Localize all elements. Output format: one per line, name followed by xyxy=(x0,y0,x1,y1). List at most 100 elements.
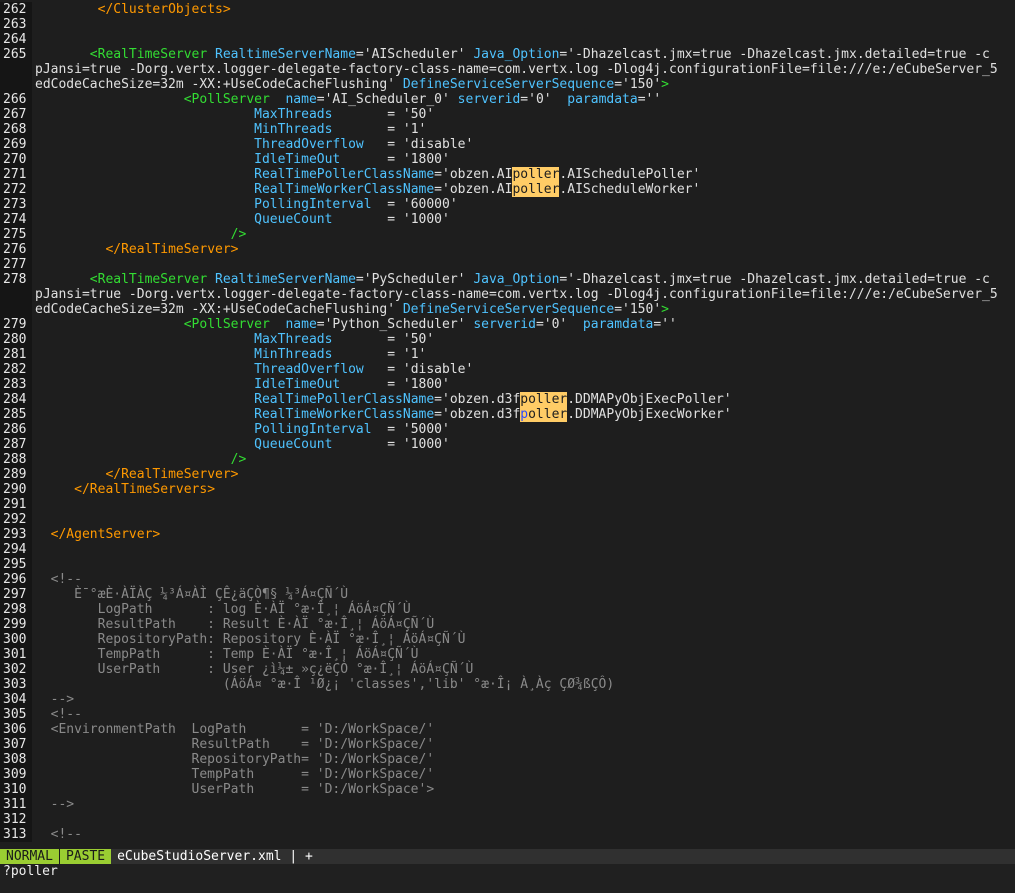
code-line[interactable]: 293 </AgentServer> xyxy=(0,527,1015,542)
code-token: UserPath : User ¿ì¼± »ç¿ëÇÒ °æ·Î¸¦ ÁöÁ¤Ç… xyxy=(35,662,474,677)
code-token: TempPath : Temp È·ÀÏ °æ·Î¸¦ ÁöÁ¤ÇÑ´Ù xyxy=(35,647,419,662)
code-line[interactable]: 267 MaxThreads = '50' xyxy=(0,107,1015,122)
search-match: poller xyxy=(512,167,560,182)
bottom-strip xyxy=(0,880,1015,893)
code-line[interactable]: 309 TempPath = 'D:/WorkSpace/' xyxy=(0,767,1015,782)
code-line[interactable]: 266 <PollServer name='AI_Scheduler_0' se… xyxy=(0,92,1015,107)
code-token: TempPath = 'D:/WorkSpace/' xyxy=(35,767,435,782)
status-line: NORMAL PASTE eCubeStudioServer.xml | + xyxy=(0,849,1015,864)
code-token: = '1' xyxy=(332,122,427,137)
line-text: MaxThreads = '50' xyxy=(32,332,434,347)
code-line[interactable]: 280 MaxThreads = '50' xyxy=(0,332,1015,347)
code-line[interactable]: 281 MinThreads = '1' xyxy=(0,347,1015,362)
code-line[interactable]: 272 RealTimeWorkerClassName='obzen.AIpol… xyxy=(0,182,1015,197)
code-line[interactable]: 284 RealTimePollerClassName='obzen.d3fpo… xyxy=(0,392,1015,407)
code-line[interactable]: 287 QueueCount = '1000' xyxy=(0,437,1015,452)
code-line[interactable]: 305 <!-- xyxy=(0,707,1015,722)
code-line[interactable]: 304 --> xyxy=(0,692,1015,707)
line-number: 292 xyxy=(0,512,32,527)
code-token: ThreadOverflow xyxy=(254,137,364,152)
code-line[interactable]: 277 xyxy=(0,257,1015,272)
code-line[interactable]: 269 ThreadOverflow = 'disable' xyxy=(0,137,1015,152)
code-token: QueueCount xyxy=(254,437,333,452)
code-line[interactable]: 302 UserPath : User ¿ì¼± »ç¿ëÇÒ °æ·Î¸¦ Á… xyxy=(0,662,1015,677)
code-line[interactable]: 274 QueueCount = '1000' xyxy=(0,212,1015,227)
code-line[interactable]: pJansi=true -Dorg.vertx.logger-delegate-… xyxy=(0,62,1015,77)
code-line[interactable]: 303 (ÁöÁ¤ °æ·Î ¹Ø¿¡ 'classes','lib' °æ·Î… xyxy=(0,677,1015,692)
code-line[interactable]: 279 <PollServer name='Python_Scheduler' … xyxy=(0,317,1015,332)
code-line[interactable]: 295 xyxy=(0,557,1015,572)
line-number: 303 xyxy=(0,677,32,692)
code-token: ResultPath = 'D:/WorkSpace/' xyxy=(35,737,435,752)
code-line[interactable]: edCodeCacheSize=32m -XX:+UseCodeCacheFlu… xyxy=(0,77,1015,92)
line-text: UserPath : User ¿ì¼± »ç¿ëÇÒ °æ·Î¸¦ ÁöÁ¤Ç… xyxy=(32,662,474,677)
line-number: 296 xyxy=(0,572,32,587)
code-line[interactable]: 265 <RealTimeServer RealtimeServerName='… xyxy=(0,47,1015,62)
code-line[interactable]: pJansi=true -Dorg.vertx.logger-delegate-… xyxy=(0,287,1015,302)
code-line[interactable]: 311 --> xyxy=(0,797,1015,812)
code-line[interactable]: 285 RealTimeWorkerClassName='obzen.d3fpo… xyxy=(0,407,1015,422)
code-line[interactable]: 283 IdleTimeOut = '1800' xyxy=(0,377,1015,392)
code-line[interactable]: 289 </RealTimeServer> xyxy=(0,467,1015,482)
code-line[interactable]: 312 xyxy=(0,812,1015,827)
code-line[interactable]: 292 xyxy=(0,512,1015,527)
code-token: = '1800' xyxy=(340,377,450,392)
code-token: </RealTimeServers> xyxy=(74,482,216,497)
line-text: QueueCount = '1000' xyxy=(32,212,450,227)
code-token: (ÁöÁ¤ °æ·Î ¹Ø¿¡ 'classes','lib' °æ·Î¡ À¸… xyxy=(35,677,615,692)
code-line[interactable]: 310 UserPath = 'D:/WorkSpace'> xyxy=(0,782,1015,797)
code-token: .AISchedulePoller' xyxy=(559,167,701,182)
code-line[interactable]: 264 xyxy=(0,32,1015,47)
line-number: 300 xyxy=(0,632,32,647)
code-line[interactable]: 307 ResultPath = 'D:/WorkSpace/' xyxy=(0,737,1015,752)
code-line[interactable]: 263 xyxy=(0,17,1015,32)
code-line[interactable]: 299 ResultPath : Result È·ÀÏ °æ·Î¸¦ ÁöÁ¤… xyxy=(0,617,1015,632)
code-line[interactable]: 298 LogPath : log È·ÀÏ °æ·Î¸¦ ÁöÁ¤ÇÑ´Ù xyxy=(0,602,1015,617)
line-number: 294 xyxy=(0,542,32,557)
code-line[interactable]: 294 xyxy=(0,542,1015,557)
editor-buffer[interactable]: 262 </ClusterObjects> 263 264 265 <RealTime… xyxy=(0,2,1015,848)
line-number: 274 xyxy=(0,212,32,227)
code-line[interactable]: 291 xyxy=(0,497,1015,512)
code-line[interactable]: 308 RepositoryPath= 'D:/WorkSpace/' xyxy=(0,752,1015,767)
code-line[interactable]: 275 /> xyxy=(0,227,1015,242)
code-line[interactable]: 290 </RealTimeServers> xyxy=(0,482,1015,497)
line-text: (ÁöÁ¤ °æ·Î ¹Ø¿¡ 'classes','lib' °æ·Î¡ À¸… xyxy=(32,677,614,692)
paste-indicator: PASTE xyxy=(58,849,112,864)
code-line[interactable]: 282 ThreadOverflow = 'disable' xyxy=(0,362,1015,377)
line-text: LogPath : log È·ÀÏ °æ·Î¸¦ ÁöÁ¤ÇÑ´Ù xyxy=(32,602,411,617)
code-line[interactable]: 270 IdleTimeOut = '1800' xyxy=(0,152,1015,167)
code-line[interactable]: 268 MinThreads = '1' xyxy=(0,122,1015,137)
code-line[interactable]: 301 TempPath : Temp È·ÀÏ °æ·Î¸¦ ÁöÁ¤ÇÑ´Ù xyxy=(0,647,1015,662)
code-line[interactable]: 300 RepositoryPath: Repository È·ÀÏ °æ·Î… xyxy=(0,632,1015,647)
code-line[interactable]: 297 È¯°æÈ·ÀÏÀÇ ¼³Á¤ÀÌ ÇÊ¿äÇÒ¶§ ¼³Á¤ÇÑ´Ù xyxy=(0,587,1015,602)
code-line[interactable]: 296 <!-- xyxy=(0,572,1015,587)
code-line[interactable]: 276 </RealTimeServer> xyxy=(0,242,1015,257)
code-line[interactable]: 278 <RealTimeServer RealtimeServerName='… xyxy=(0,272,1015,287)
code-line[interactable]: 286 PollingInterval = '5000' xyxy=(0,422,1015,437)
code-line[interactable]: 313 <!-- xyxy=(0,827,1015,842)
code-line[interactable]: edCodeCacheSize=32m -XX:+UseCodeCacheFlu… xyxy=(0,302,1015,317)
code-token: = '1000' xyxy=(332,212,450,227)
command-line[interactable]: ?poller xyxy=(0,864,1015,880)
line-number: 286 xyxy=(0,422,32,437)
line-text: MaxThreads = '50' xyxy=(32,107,434,122)
code-token: ResultPath : Result È·ÀÏ °æ·Î¸¦ ÁöÁ¤ÇÑ´Ù xyxy=(35,617,435,632)
code-token: .DDMAPyObjExecWorker' xyxy=(567,407,732,422)
code-line[interactable]: 271 RealTimePollerClassName='obzen.AIpol… xyxy=(0,167,1015,182)
code-token: <PollServer xyxy=(183,92,286,107)
code-token: ='AIScheduler' xyxy=(355,47,474,62)
code-line[interactable]: 262 </ClusterObjects> xyxy=(0,2,1015,17)
line-text: --> xyxy=(32,692,75,707)
search-match: oller xyxy=(528,407,568,422)
code-line[interactable]: 288 /> xyxy=(0,452,1015,467)
code-line[interactable]: 306 <EnvironmentPath LogPath = 'D:/WorkS… xyxy=(0,722,1015,737)
line-text: pJansi=true -Dorg.vertx.logger-delegate-… xyxy=(32,62,998,77)
code-token: <RealTimeServer xyxy=(89,272,216,287)
code-line[interactable]: 273 PollingInterval = '60000' xyxy=(0,197,1015,212)
